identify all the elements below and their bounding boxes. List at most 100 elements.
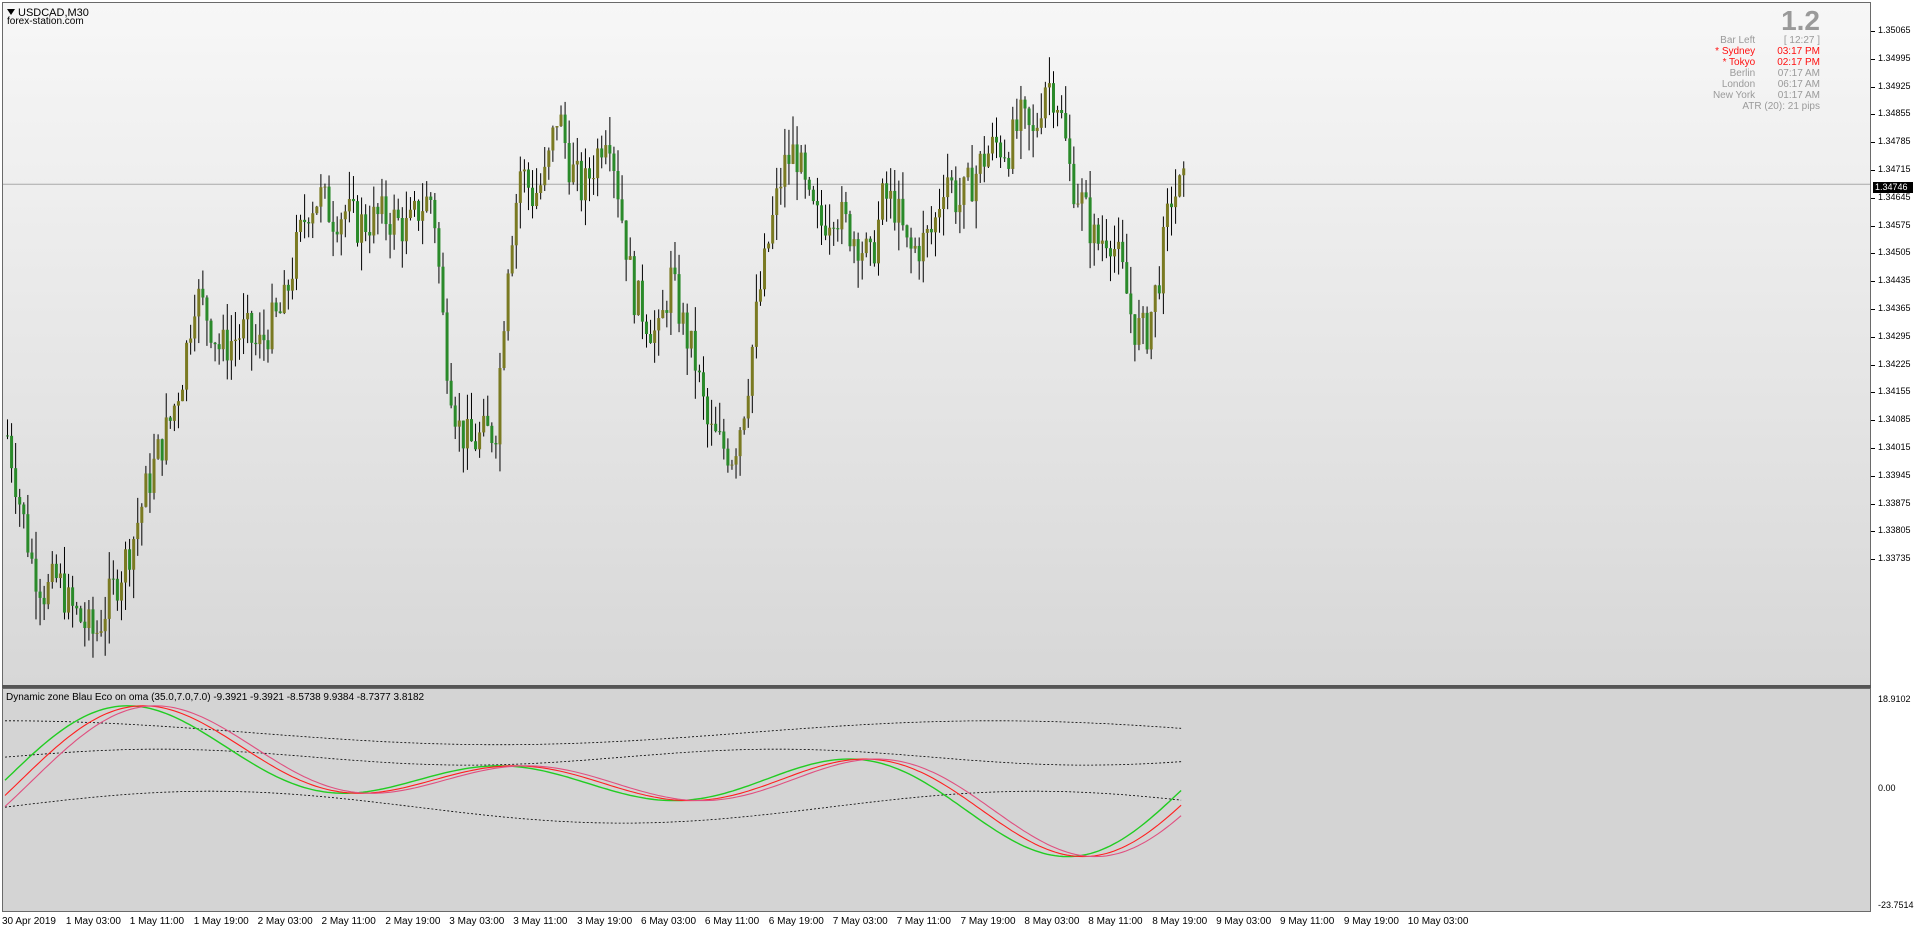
candle — [628, 237, 632, 260]
candle — [217, 333, 221, 365]
candle — [990, 122, 994, 161]
price-chart-pane[interactable]: USDCAD,M30 forex-station.com 1.2 Bar Lef… — [2, 2, 1871, 686]
session-info-panel: 1.2 Bar Left[ 12:27 ] * Sydney 03:17 PM *… — [1691, 7, 1820, 113]
candle — [856, 232, 860, 288]
price-tick — [1871, 197, 1875, 199]
candle — [547, 147, 551, 180]
price-tick-label: 1.33945 — [1878, 469, 1911, 480]
price-tick — [1871, 336, 1875, 338]
candle — [360, 197, 364, 271]
candle — [1157, 266, 1161, 300]
candle — [482, 398, 486, 437]
indicator-lines — [4, 705, 1182, 858]
candle — [417, 199, 421, 231]
price-candles — [3, 57, 1870, 658]
price-tick — [1871, 364, 1875, 366]
candle — [583, 148, 587, 226]
candle — [1161, 216, 1165, 315]
candle — [791, 116, 795, 165]
candle — [681, 302, 685, 335]
candle — [299, 214, 303, 242]
price-tick-label: 1.34225 — [1878, 358, 1911, 369]
candle — [262, 309, 266, 361]
candle — [6, 419, 9, 440]
time-tick-label: 8 May 03:00 — [1024, 916, 1080, 927]
candle — [767, 241, 771, 253]
session-table: Bar Left[ 12:27 ] * Sydney 03:17 PM * Tok… — [1691, 35, 1820, 101]
candle — [779, 167, 783, 205]
session-row-london: London 06:17 AM — [1721, 79, 1820, 90]
candle — [1133, 314, 1137, 362]
candle — [266, 329, 270, 363]
candle — [921, 210, 925, 283]
candle — [1178, 174, 1182, 198]
candle — [954, 166, 958, 224]
candle — [347, 171, 351, 223]
candle — [909, 227, 913, 274]
candle — [490, 422, 494, 453]
candle — [437, 222, 441, 284]
chart-window: USDCAD,M30 forex-station.com 1.2 Bar Lef… — [0, 0, 1916, 933]
price-tick — [1871, 559, 1875, 561]
time-tick-label: 6 May 11:00 — [704, 916, 760, 927]
candle — [820, 189, 823, 245]
candle — [1051, 71, 1055, 129]
candle — [237, 324, 241, 360]
candle — [1125, 233, 1129, 294]
candle — [87, 600, 91, 641]
candle — [294, 214, 298, 291]
candle — [494, 435, 498, 459]
candle — [811, 185, 815, 205]
price-tick — [1871, 475, 1875, 477]
oscillator-red — [4, 705, 1182, 858]
price-tick-label: 1.35065 — [1878, 25, 1911, 35]
candle — [522, 159, 526, 193]
candle — [771, 196, 775, 250]
candle — [242, 293, 246, 355]
candle — [754, 274, 758, 359]
candle — [209, 318, 213, 349]
candle — [539, 173, 543, 200]
candle — [107, 552, 111, 644]
candle — [181, 384, 185, 402]
candle — [1153, 284, 1157, 338]
candle — [612, 146, 616, 199]
price-tick-label: 1.34785 — [1878, 136, 1911, 147]
candle — [42, 585, 46, 621]
candle — [290, 257, 294, 300]
candle — [54, 554, 58, 583]
candle — [303, 194, 307, 239]
candle — [75, 601, 79, 615]
candle — [465, 394, 469, 470]
price-tick — [1871, 448, 1875, 449]
candle — [201, 270, 205, 306]
dropdown-triangle-icon[interactable] — [7, 9, 15, 15]
candle — [746, 378, 750, 428]
candle — [575, 137, 579, 192]
candle — [408, 197, 412, 221]
candle — [701, 356, 705, 420]
candle — [889, 168, 893, 219]
candle — [372, 186, 376, 244]
time-tick-label: 1 May 11:00 — [129, 916, 185, 927]
candle — [404, 191, 408, 255]
candle — [697, 364, 701, 383]
indicator-pane[interactable] — [2, 688, 1871, 912]
candle — [246, 294, 250, 344]
time-tick-label: 6 May 19:00 — [768, 916, 824, 927]
candle — [392, 194, 396, 250]
candle — [103, 596, 107, 656]
candle — [148, 453, 152, 513]
candle — [555, 126, 559, 141]
price-tick — [1871, 58, 1875, 60]
candle — [67, 573, 71, 620]
time-tick-label: 3 May 03:00 — [449, 916, 505, 927]
dynamic-zone-upper — [5, 720, 1182, 746]
candle — [1011, 106, 1015, 174]
candle — [1100, 215, 1104, 262]
candle — [929, 206, 933, 245]
candle — [396, 198, 400, 221]
price-tick-label: 1.34435 — [1878, 275, 1911, 286]
atr-label: ATR (20): 21 pips — [1742, 101, 1820, 112]
candle — [254, 324, 258, 356]
